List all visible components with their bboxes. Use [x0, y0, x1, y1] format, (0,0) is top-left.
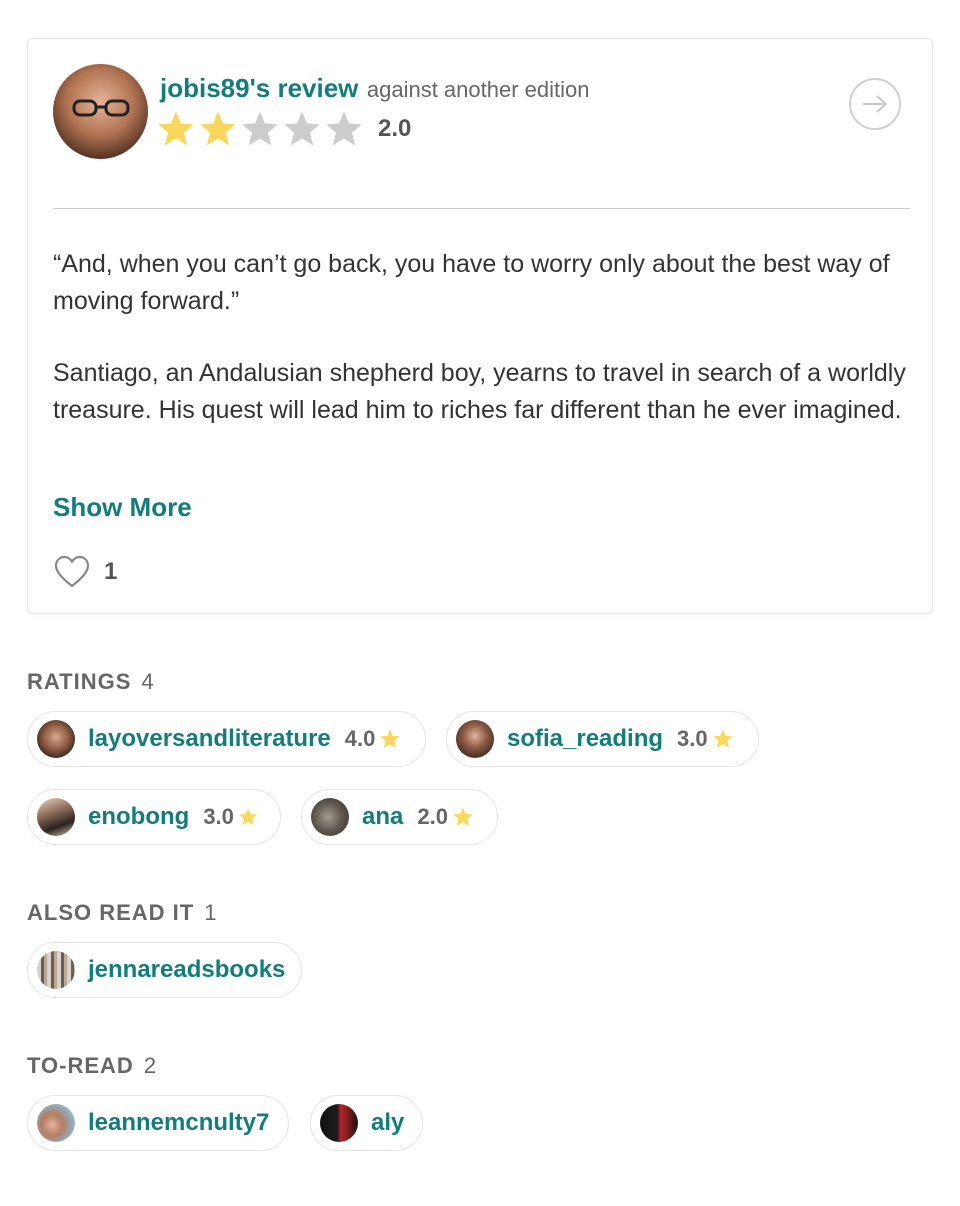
review-paragraph: Santiago, an Andalusian shepherd boy, ye… — [53, 359, 906, 424]
rating-pill[interactable]: sofia_reading 3.0 — [446, 711, 759, 767]
arrow-right-icon — [863, 95, 888, 113]
rating-value: 2.0 — [417, 804, 448, 829]
rating-pill[interactable]: layoversandliterature 4.0 — [27, 711, 426, 767]
to-read-count: 2 — [143, 1053, 157, 1078]
avatar — [311, 798, 349, 836]
rating-value: 3.0 — [203, 804, 234, 829]
to-read-title: TO-READ — [27, 1053, 134, 1078]
to-read-section-title: TO-READ 2 — [27, 1053, 156, 1079]
rating-username: sofia_reading — [507, 725, 664, 752]
heart-icon[interactable] — [54, 555, 90, 589]
edition-note: against another edition — [366, 77, 590, 102]
rating-pill[interactable]: enobong 3.0 — [27, 789, 281, 845]
rating-value: 2.0 — [378, 115, 412, 142]
star-empty-icon — [242, 111, 278, 146]
star-empty-icon — [284, 111, 320, 146]
rating-value: 4.0 — [344, 726, 376, 751]
open-review-button[interactable] — [849, 78, 901, 130]
ratings-section-title: RATINGS 4 — [27, 669, 154, 695]
star-filled-icon — [200, 111, 236, 146]
star-icon — [238, 808, 257, 826]
user-pill[interactable]: leannemcnulty7 — [27, 1095, 289, 1151]
avatar — [37, 951, 75, 989]
reviewer-link[interactable]: jobis89's review — [160, 73, 358, 103]
review-text: “And, when you can’t go back, you have t… — [53, 246, 913, 464]
star-filled-icon — [158, 111, 194, 146]
ratings-title: RATINGS — [27, 669, 132, 694]
rating-username: ana — [362, 803, 404, 830]
review-quote: “And, when you can’t go back, you have t… — [53, 250, 890, 315]
star-icon — [453, 807, 473, 826]
rating-pill[interactable]: ana 2.0 — [301, 789, 498, 845]
avatar — [37, 1104, 75, 1142]
user-pill[interactable]: jennareadsbooks — [27, 942, 302, 998]
avatar — [320, 1104, 358, 1142]
rating-value: 3.0 — [677, 726, 708, 751]
star-icon — [380, 729, 401, 748]
avatar — [37, 798, 75, 836]
also-read-count: 1 — [204, 900, 217, 925]
like-row: 1 — [54, 555, 117, 589]
avatar — [456, 720, 494, 758]
review-stars: 2.0 — [156, 109, 411, 149]
review-card: jobis89's review against another edition… — [27, 38, 933, 614]
star-rating — [156, 109, 366, 149]
star-icon — [712, 729, 733, 748]
like-count: 1 — [104, 558, 118, 585]
review-header: jobis89's review against another edition — [160, 73, 589, 104]
show-more-link[interactable]: Show More — [53, 492, 192, 523]
username: aly — [371, 1109, 405, 1136]
also-read-title: ALSO READ IT — [27, 900, 195, 925]
also-read-section-title: ALSO READ IT 1 — [27, 900, 216, 926]
rating-username: enobong — [88, 803, 190, 830]
username: jennareadsbooks — [88, 956, 286, 983]
user-pill[interactable]: aly — [310, 1095, 423, 1151]
reviewer-avatar[interactable] — [53, 64, 148, 159]
divider — [53, 208, 910, 209]
rating-username: layoversandliterature — [88, 725, 331, 752]
glasses-graphic — [72, 99, 130, 117]
star-empty-icon — [326, 111, 362, 146]
username: leannemcnulty7 — [88, 1109, 270, 1136]
avatar — [37, 720, 75, 758]
ratings-count: 4 — [141, 669, 154, 694]
